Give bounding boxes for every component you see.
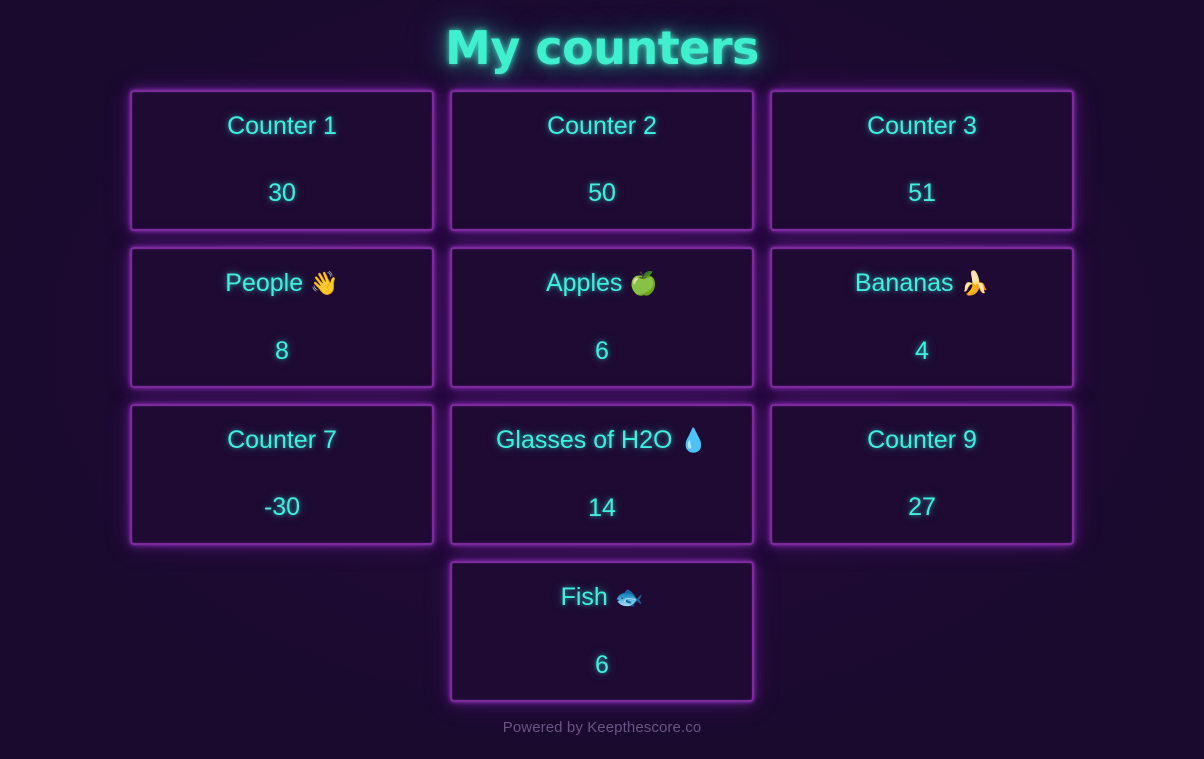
counter-name: Counter 3 [867,110,977,142]
counter-name: Counter 1 [227,110,337,142]
counter-name-text: Glasses of H2O [495,426,673,455]
counter-name: Counter 7 [227,424,337,456]
counter-emoji-icon: 👋 [310,271,339,298]
counter-value: 6 [595,337,609,366]
counter-name: Counter 9 [867,424,977,456]
counter-name: Apples 🍏 [546,267,658,300]
counter-name-text: Counter 2 [547,112,657,141]
counter-grid: Counter 1 30 Counter 2 50 Counter 3 51 People … [130,90,1074,703]
counter-name-text: Fish [560,583,608,612]
counter-name-text: Counter 1 [227,112,337,141]
counter-card[interactable]: Glasses of H2O 💧 14 [450,404,754,546]
powered-by-label[interactable]: Powered by Keepthescore.co [503,719,702,736]
counter-name-text: Apples [545,269,623,298]
counter-card[interactable]: Counter 3 51 [770,90,1074,232]
counter-card[interactable]: Bananas 🍌 4 [770,247,1074,389]
counter-name-text: Bananas [854,269,954,298]
counter-emoji-icon: 🐟 [614,585,644,612]
counter-value: 4 [915,337,929,366]
counter-name-text: Counter 7 [227,426,337,455]
counter-value: 30 [268,179,296,208]
page-footer: Powered by Keepthescore.co [0,719,1204,737]
counter-name-text: Counter 9 [867,426,977,455]
counter-value: 50 [588,179,616,208]
counter-value: 51 [908,179,936,208]
counter-card[interactable]: Counter 9 27 [770,404,1074,546]
counters-page: My counters Counter 1 30 Counter 2 50 Counte… [0,0,1204,759]
counter-value: 6 [595,651,609,680]
counter-emoji-icon: 🍌 [960,271,990,298]
counter-name-text: People [225,269,304,298]
counter-value: 27 [908,493,936,522]
counter-name: Counter 2 [547,110,657,142]
counter-card[interactable]: Counter 1 30 [130,90,434,232]
counter-value: -30 [263,493,301,522]
counter-card[interactable]: Counter 7 -30 [130,404,434,546]
counter-card[interactable]: Apples 🍏 6 [450,247,754,389]
counter-card[interactable]: Fish 🐟 6 [450,561,754,703]
counter-emoji-icon: 💧 [679,428,709,455]
page-title: My counters [445,21,759,75]
counter-card[interactable]: People 👋 8 [130,247,434,389]
counter-name: Fish 🐟 [561,581,644,614]
counter-card[interactable]: Counter 2 50 [450,90,754,232]
counter-name: People 👋 [225,267,338,300]
counter-value: 8 [275,337,289,366]
counter-emoji-icon: 🍏 [629,271,659,298]
counter-name: Bananas 🍌 [855,267,989,300]
counter-name-text: Counter 3 [867,112,977,141]
counter-name: Glasses of H2O 💧 [496,424,708,457]
counter-value: 14 [588,494,616,523]
